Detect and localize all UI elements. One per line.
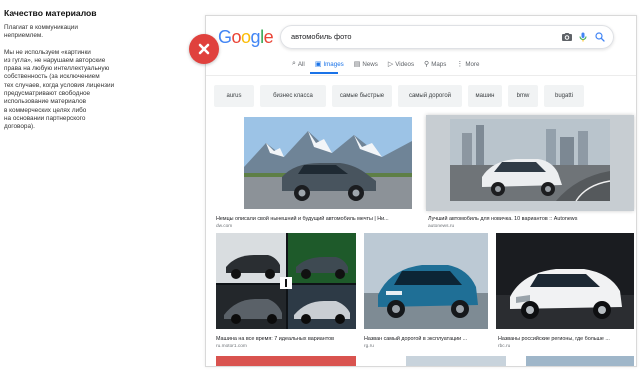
camera-icon[interactable] bbox=[561, 31, 573, 43]
white-lexus-photo bbox=[496, 233, 634, 329]
search-tabs: ⌕ All ▣ Images ▤ News ▷ Videos ⚲ Maps ⋮ More bbox=[292, 58, 479, 70]
tab-videos[interactable]: ▷ Videos bbox=[388, 58, 414, 70]
tab-label: Images bbox=[323, 60, 344, 68]
chip[interactable]: самый дорогой bbox=[398, 85, 462, 107]
search-icon[interactable] bbox=[594, 31, 606, 43]
result-thumbnail[interactable] bbox=[216, 233, 356, 329]
result-caption[interactable]: Названы российские регионы, где больше .… bbox=[498, 336, 634, 342]
body-line: на основании партнерского bbox=[4, 114, 86, 122]
google-images-screenshot: Google автомобиль фото ⌕ All ▣ Images ▤ New… bbox=[205, 15, 637, 367]
blue-bmw-photo bbox=[364, 233, 488, 329]
chip[interactable]: бизнес класса bbox=[260, 85, 326, 107]
image-icon: ▣ bbox=[314, 61, 322, 68]
body-line: тех случаев, когда условия лицензии bbox=[4, 81, 115, 89]
result-source: rbc.ru bbox=[498, 344, 511, 349]
result-caption[interactable]: Немцы описали свой нынешний и будущий ав… bbox=[216, 216, 416, 222]
reject-x-icon bbox=[189, 34, 219, 64]
result-thumbnail-partial[interactable] bbox=[216, 356, 356, 366]
chip[interactable]: машин bbox=[468, 85, 502, 107]
intro-line: Плагиат в коммуникации bbox=[4, 24, 78, 31]
body-line: использование материалов bbox=[4, 98, 87, 106]
logo-letter-g2: g bbox=[250, 27, 261, 47]
result-thumbnail[interactable] bbox=[244, 117, 412, 209]
text-column: Качество материалов Плагиат в коммуникац… bbox=[4, 8, 154, 132]
intro-line: неприемлем. bbox=[4, 32, 44, 40]
result-thumbnail[interactable] bbox=[426, 115, 634, 211]
result-source: dw.com bbox=[216, 224, 233, 229]
chip[interactable]: самые быстрые bbox=[332, 85, 392, 107]
slide-title: Качество материалов bbox=[4, 8, 97, 18]
result-source: rg.ru bbox=[364, 344, 374, 349]
result-caption[interactable]: Назван самый дорогой в эксплуатации ... bbox=[364, 336, 488, 342]
tab-label: All bbox=[297, 60, 305, 68]
result-thumbnail-partial[interactable] bbox=[406, 356, 506, 366]
body-line: в коммерческих целях либо bbox=[4, 106, 87, 114]
search-box[interactable]: автомобиль фото bbox=[280, 25, 614, 49]
x-glyph bbox=[198, 43, 210, 55]
body-line: договора). bbox=[4, 123, 35, 131]
mic-icon[interactable] bbox=[577, 31, 589, 43]
search-icon: ⌕ bbox=[292, 60, 296, 67]
tab-maps[interactable]: ⚲ Maps bbox=[424, 58, 446, 70]
active-tab-indicator bbox=[310, 72, 338, 74]
result-thumbnail-partial[interactable] bbox=[526, 356, 634, 366]
body-line: из гугла», не нарушаем авторские bbox=[4, 56, 106, 64]
google-logo[interactable]: Google bbox=[218, 27, 274, 48]
search-query[interactable]: автомобиль фото bbox=[291, 32, 352, 41]
chip[interactable]: bmw bbox=[508, 85, 538, 107]
body-line: права на любую интеллектуальную bbox=[4, 65, 110, 73]
bmw-mountains-photo bbox=[244, 117, 412, 209]
body-text: Мы не используем «картинки из гугла», не… bbox=[4, 49, 154, 132]
result-source: autonews.ru bbox=[428, 224, 455, 229]
tab-label: Maps bbox=[431, 60, 447, 68]
result-thumbnail[interactable] bbox=[364, 233, 488, 329]
news-icon: ▤ bbox=[353, 61, 361, 68]
car-collage-photo bbox=[216, 233, 356, 329]
chip[interactable]: bugatti bbox=[544, 85, 584, 107]
logo-letter-o2: o bbox=[241, 27, 251, 47]
header-divider bbox=[206, 75, 636, 76]
tab-label: More bbox=[465, 60, 480, 68]
tab-images[interactable]: ▣ Images bbox=[315, 58, 344, 70]
tab-news[interactable]: ▤ News bbox=[354, 58, 378, 70]
logo-letter-e: e bbox=[263, 27, 274, 47]
white-suv-photo bbox=[426, 115, 634, 211]
map-pin-icon: ⚲ bbox=[424, 61, 430, 68]
result-caption[interactable]: Машина на все время: 7 идеальных вариант… bbox=[216, 336, 356, 342]
tab-label: Videos bbox=[395, 60, 415, 68]
related-chips: aurus бизнес класса самые быстрые самый … bbox=[214, 85, 584, 107]
chip[interactable]: aurus bbox=[214, 85, 254, 107]
result-thumbnail[interactable] bbox=[496, 233, 634, 329]
logo-letter-o: o bbox=[231, 27, 242, 47]
video-icon: ▷ bbox=[387, 61, 394, 68]
tab-more[interactable]: ⋮ More bbox=[456, 58, 479, 70]
body-line: собственность (за исключением bbox=[4, 73, 100, 81]
tab-all[interactable]: ⌕ All bbox=[292, 58, 305, 70]
body-line: предусматривают свободное bbox=[4, 90, 91, 98]
body-line: Мы не используем «картинки bbox=[4, 48, 91, 56]
more-icon: ⋮ bbox=[456, 61, 464, 68]
logo-letter-g: G bbox=[218, 27, 232, 47]
tab-label: News bbox=[362, 60, 378, 68]
result-caption[interactable]: Лучший автомобиль для новичка. 10 вариан… bbox=[428, 216, 628, 222]
result-source: ru.motor1.com bbox=[216, 344, 247, 349]
intro-text: Плагиат в коммуникации неприемлем. bbox=[4, 24, 154, 41]
